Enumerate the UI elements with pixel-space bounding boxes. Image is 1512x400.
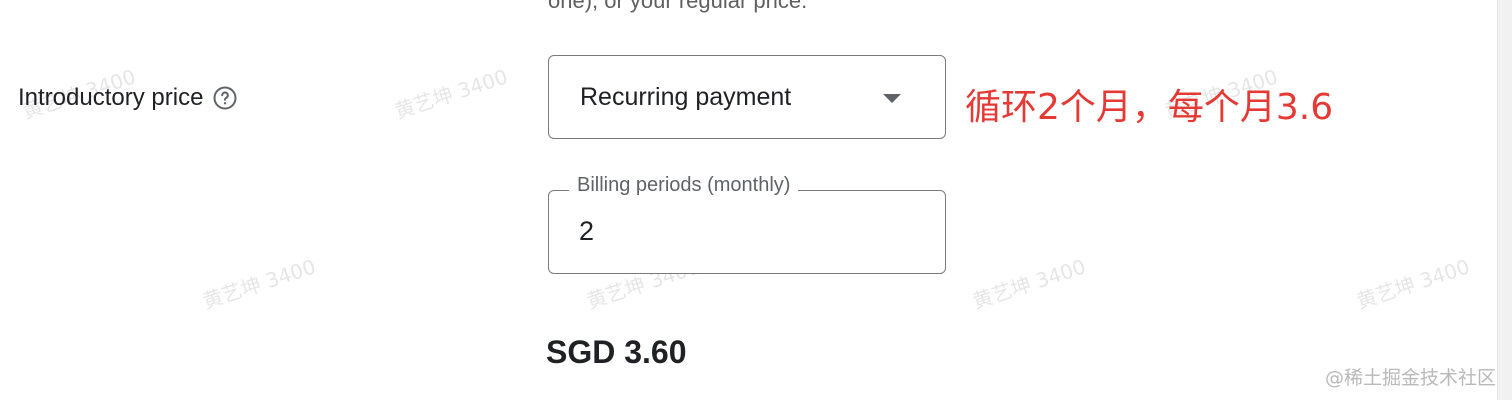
watermark: 黄艺坤 3400 — [199, 254, 319, 314]
billing-periods-label: Billing periods (monthly) — [569, 174, 799, 197]
billing-periods-field[interactable]: Billing periods (monthly) — [548, 174, 946, 274]
introductory-price-label-text: Introductory price — [18, 84, 204, 111]
source-credit: @稀土掘金技术社区 — [1324, 367, 1496, 389]
introductory-price-label: Introductory price — [18, 84, 237, 112]
help-circle-icon[interactable] — [213, 86, 237, 110]
clipped-description-text: one), or your regular price. — [548, 0, 808, 13]
price-total: SGD 3.60 — [546, 334, 687, 370]
billing-periods-input[interactable] — [577, 215, 921, 248]
watermark: 黄艺坤 3400 — [1353, 254, 1473, 314]
watermark: 黄艺坤 3400 — [391, 64, 511, 124]
payment-type-selected-value: Recurring payment — [580, 82, 792, 111]
red-annotation: 循环2个月，每个月3.6 — [965, 87, 1334, 128]
dropdown-arrow-icon[interactable] — [883, 94, 901, 103]
page: one), or your regular price. 黄艺坤 3400 黄艺… — [0, 0, 1512, 400]
payment-type-select[interactable]: Recurring payment — [548, 55, 946, 139]
scrollbar[interactable] — [1497, 0, 1512, 400]
watermark: 黄艺坤 3400 — [969, 254, 1089, 314]
